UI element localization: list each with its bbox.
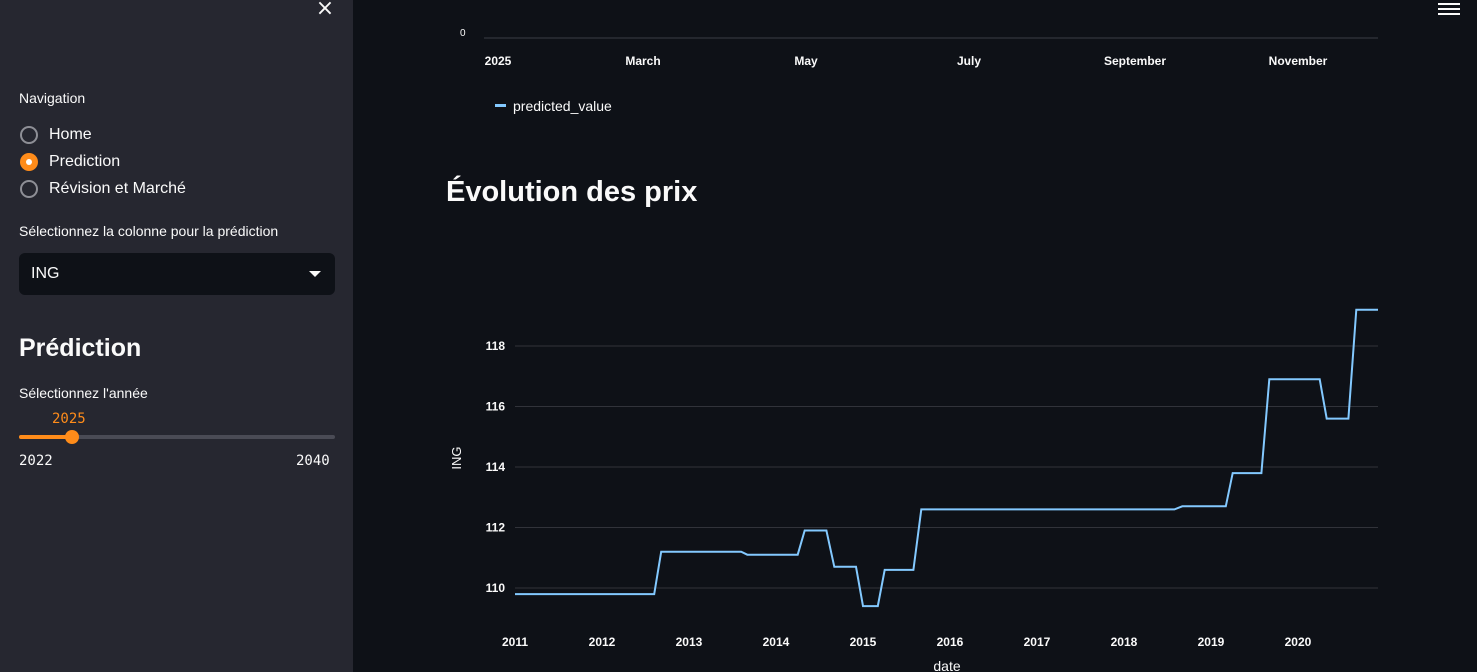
x-tick-label: 2025 [485,54,512,68]
chevron-down-icon[interactable] [309,271,321,277]
x-axis-label: date [933,658,960,672]
year-slider-label: Sélectionnez l'année [19,385,148,401]
year-slider-min: 2022 [19,453,53,469]
x-tick-label: September [1104,54,1166,68]
y-tick-label: 116 [486,400,506,414]
year-slider[interactable] [19,430,335,444]
x-tick-label: July [957,54,981,68]
sidebar: × Navigation Home Prediction Révision et… [0,0,353,672]
legend-swatch [495,104,506,107]
x-tick-label: November [1269,54,1328,68]
year-slider-thumb[interactable] [64,430,79,444]
nav-radio-revision-marche[interactable]: Révision et Marché [20,178,186,200]
nav-radio-home[interactable]: Home [20,124,92,146]
year-slider-max: 2040 [296,453,330,469]
prediction-heading: Prédiction [19,334,142,362]
navigation-label: Navigation [19,90,86,106]
x-tick-label: 2014 [763,635,790,649]
nav-radio-label: Prediction [49,153,121,170]
x-tick-label: 2019 [1198,635,1225,649]
x-tick-label: May [794,54,818,68]
price-evolution-chart: 110 112 114 116 118 2011 2012 2013 2014 2015 2016… [449,308,1378,672]
column-select[interactable]: ING [19,253,335,295]
nav-radio-label: Révision et Marché [49,180,186,197]
y-tick-label: 110 [486,581,506,595]
predicted-value-chart: 0 2025 March May July September November pred… [460,28,1378,114]
x-tick-label: March [625,54,660,68]
y-axis-label: ING [449,446,464,469]
y-tick-label: 112 [486,521,506,535]
series-line-ing [515,308,1378,608]
column-select-label: Sélectionnez la colonne pour la prédicti… [19,223,279,239]
radio-checked-icon[interactable] [20,153,38,171]
x-tick-label: 2020 [1285,635,1312,649]
nav-radio-prediction[interactable]: Prediction [20,151,120,173]
year-slider-value: 2025 [52,411,86,427]
radio-icon[interactable] [20,126,38,144]
section-title: Évolution des prix [446,176,698,208]
nav-radio-label: Home [49,126,92,143]
x-tick-label: 2018 [1111,635,1138,649]
close-sidebar-icon[interactable]: × [313,0,337,20]
x-tick-label: 2013 [676,635,703,649]
radio-icon[interactable] [20,180,38,198]
x-tick-label: 2016 [937,635,964,649]
x-tick-label: 2012 [589,635,616,649]
legend-label: predicted_value [513,98,612,114]
x-tick-label: 2015 [850,635,877,649]
y-tick-label: 0 [460,28,466,39]
x-tick-label: 2017 [1024,635,1051,649]
year-slider-fill [19,435,72,439]
y-tick-label: 118 [486,339,506,353]
x-tick-label: 2011 [502,635,528,649]
column-select-value: ING [31,265,60,282]
y-tick-label: 114 [486,460,506,474]
